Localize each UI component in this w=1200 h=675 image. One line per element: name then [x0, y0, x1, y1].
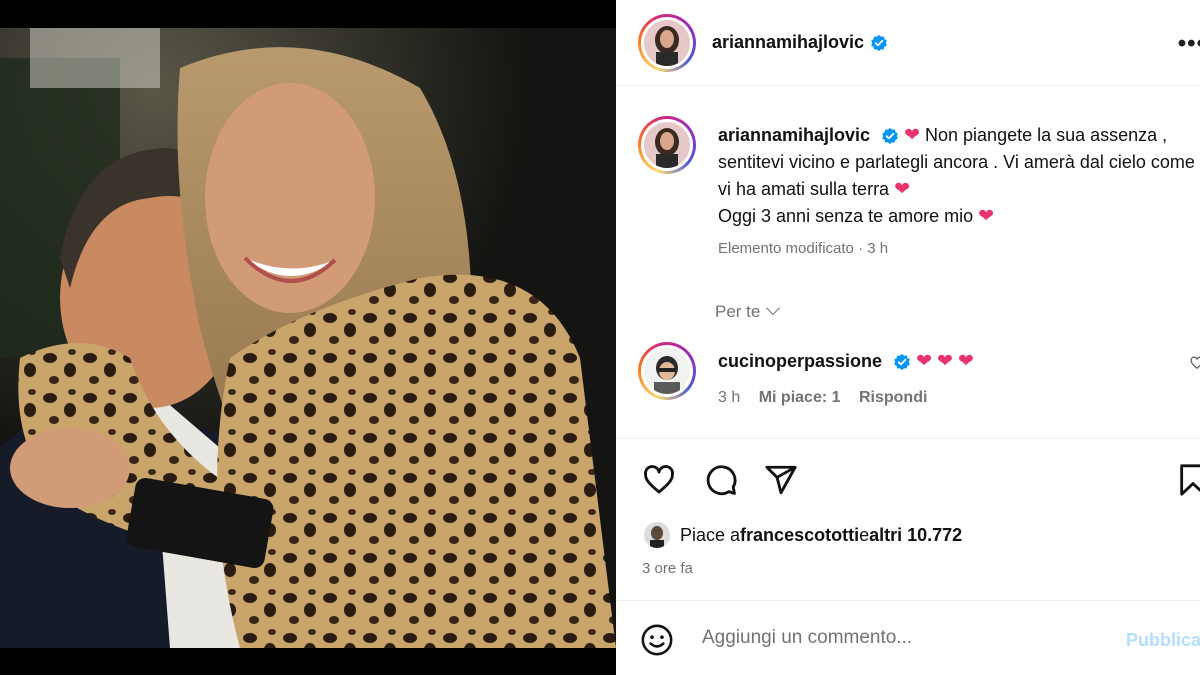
- bookmark-icon: [1180, 464, 1200, 496]
- avatar-image: [644, 19, 690, 66]
- verified-badge-icon: [871, 34, 887, 51]
- liker-avatar: [644, 522, 670, 548]
- post-photo[interactable]: [0, 28, 616, 648]
- author-username[interactable]: ariannamihajlovic: [712, 32, 864, 53]
- save-button[interactable]: [1176, 463, 1200, 497]
- caption-author-avatar[interactable]: [638, 116, 696, 174]
- share-icon: [765, 465, 797, 495]
- caption-body-line2: Oggi 3 anni senza te amore mio: [718, 206, 979, 226]
- likes-others[interactable]: altri 10.772: [869, 525, 962, 546]
- heart-icon: [644, 465, 674, 494]
- comment-button[interactable]: [704, 463, 738, 497]
- post-actions-bar: [616, 438, 1200, 528]
- share-button[interactable]: [764, 463, 798, 497]
- post-media-area: [0, 0, 616, 675]
- author-avatar[interactable]: [638, 13, 696, 72]
- caption-text: ariannamihajlovic ❤ Non piangete la sua …: [718, 116, 1198, 230]
- avatar-image: [644, 122, 690, 168]
- commenter-username[interactable]: cucinoperpassione: [718, 351, 882, 371]
- liker-username[interactable]: francescototti: [740, 525, 859, 546]
- post-header: ariannamihajlovic •••: [616, 0, 1200, 86]
- likes-middle: e: [859, 524, 870, 545]
- comment-icon: [706, 465, 737, 496]
- more-options-icon[interactable]: •••: [1178, 30, 1200, 58]
- like-button[interactable]: [642, 463, 676, 497]
- publish-button[interactable]: Pubblica: [1126, 630, 1200, 651]
- comment-input[interactable]: [702, 627, 1102, 649]
- comment-likes-count[interactable]: Mi piace: 1: [759, 389, 841, 406]
- comments-filter-label: Per te: [715, 302, 761, 321]
- post-timestamp[interactable]: 3 ore fa: [642, 560, 693, 577]
- heart-emoji: ❤: [894, 179, 910, 200]
- add-comment-bar: Pubblica: [616, 600, 1200, 675]
- caption-username[interactable]: ariannamihajlovic: [718, 125, 870, 145]
- photo-illustration: [0, 28, 616, 648]
- heart-emoji: ❤: [904, 125, 921, 146]
- comment-item: cucinoperpassione ❤ ❤ ❤ 3 h Mi piace: 1 …: [638, 342, 1200, 407]
- likes-prefix: Piace a: [680, 524, 741, 545]
- verified-badge-icon: [894, 354, 910, 371]
- comments-filter-dropdown[interactable]: Per te: [715, 300, 781, 322]
- comment-text: cucinoperpassione ❤ ❤ ❤: [718, 342, 1198, 373]
- heart-emoji: ❤: [978, 206, 995, 227]
- emoji-icon[interactable]: [640, 623, 674, 657]
- chevron-down-icon: [766, 300, 781, 316]
- commenter-avatar[interactable]: [638, 342, 696, 400]
- verified-badge-icon: [882, 128, 898, 145]
- caption-meta: Elemento modificato · 3 h: [718, 240, 889, 257]
- heart-emoji: ❤: [957, 351, 974, 372]
- comment-meta: 3 h Mi piace: 1 Rispondi: [718, 389, 1198, 407]
- post-caption: ariannamihajlovic ❤ Non piangete la sua …: [638, 116, 1198, 257]
- heart-emoji: ❤: [937, 351, 953, 372]
- comment-like-icon[interactable]: [1190, 356, 1200, 370]
- reply-button[interactable]: Rispondi: [859, 389, 927, 406]
- avatar-image: [644, 348, 690, 394]
- likes-summary[interactable]: Piace a francescototti e altri 10.772: [644, 522, 962, 548]
- comment-time: 3 h: [718, 389, 741, 406]
- post-details-panel: ariannamihajlovic ••• ariannamihajlovi: [616, 0, 1200, 675]
- heart-emoji: ❤: [916, 351, 933, 372]
